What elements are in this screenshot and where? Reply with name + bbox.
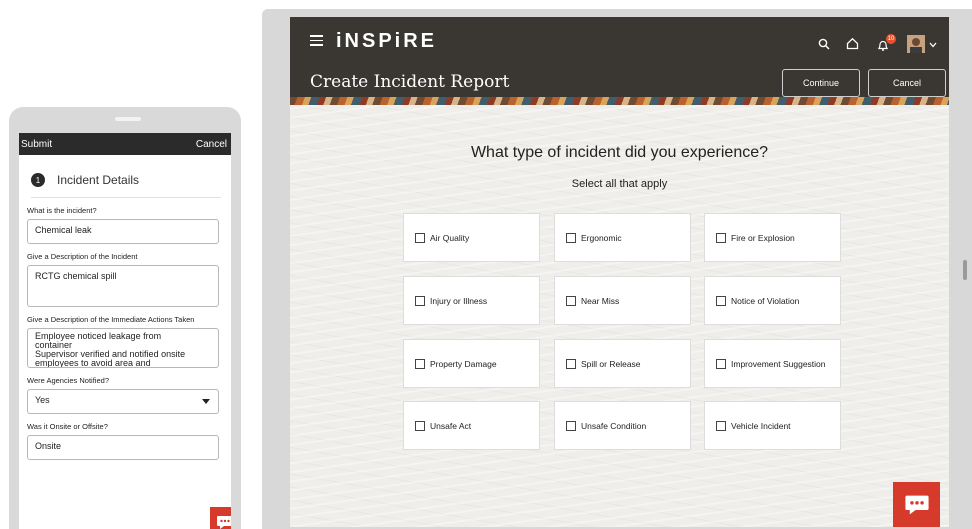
chat-icon bbox=[217, 516, 231, 529]
section-title: Incident Details bbox=[57, 173, 140, 187]
chevron-down-icon[interactable] bbox=[929, 42, 937, 48]
tablet-side-button bbox=[963, 260, 967, 280]
option-property-damage[interactable]: Property Damage bbox=[403, 339, 540, 388]
agencies-select[interactable]: Yes bbox=[27, 389, 219, 414]
tablet-device: iNSPiRE Create Incident Report 10 Contin… bbox=[262, 9, 972, 529]
location-field[interactable]: Onsite bbox=[27, 435, 219, 460]
chat-button[interactable] bbox=[210, 507, 231, 529]
continue-button[interactable]: Continue bbox=[782, 69, 860, 97]
option-label: Air Quality bbox=[430, 232, 470, 243]
checkbox[interactable] bbox=[716, 358, 726, 369]
agencies-value: Yes bbox=[35, 395, 50, 405]
user-photo-icon bbox=[907, 35, 925, 53]
section-header: 1 Incident Details bbox=[19, 155, 231, 187]
location-label: Was it Onsite or Offsite? bbox=[27, 422, 108, 431]
cancel-button[interactable]: Cancel bbox=[868, 69, 946, 97]
search-icon[interactable] bbox=[818, 38, 830, 50]
option-label: Improvement Suggestion bbox=[731, 358, 826, 369]
checkbox[interactable] bbox=[566, 358, 576, 369]
home-icon[interactable] bbox=[846, 37, 859, 50]
header-banner bbox=[290, 97, 949, 105]
option-notice-of-violation[interactable]: Notice of Violation bbox=[704, 276, 841, 325]
menu-icon[interactable] bbox=[310, 35, 323, 49]
option-label: Notice of Violation bbox=[731, 295, 800, 306]
option-near-miss[interactable]: Near Miss bbox=[554, 276, 691, 325]
option-fire-or-explosion[interactable]: Fire or Explosion bbox=[704, 213, 841, 262]
option-label: Ergonomic bbox=[581, 232, 622, 243]
app-header: iNSPiRE Create Incident Report 10 Contin… bbox=[290, 17, 949, 105]
checkbox[interactable] bbox=[415, 420, 425, 431]
phone-action-bar: Submit Cancel bbox=[19, 133, 231, 155]
tablet-screen: iNSPiRE Create Incident Report 10 Contin… bbox=[290, 17, 949, 527]
option-improvement-suggestion[interactable]: Improvement Suggestion bbox=[704, 339, 841, 388]
app-logo: iNSPiRE bbox=[336, 30, 438, 52]
question-subtitle: Select all that apply bbox=[571, 178, 668, 190]
divider bbox=[31, 197, 221, 198]
chat-button[interactable] bbox=[893, 482, 940, 527]
option-label: Near Miss bbox=[581, 295, 620, 306]
chat-icon bbox=[904, 495, 929, 514]
agencies-label: Were Agencies Notified? bbox=[27, 376, 109, 385]
phone-speaker bbox=[115, 117, 141, 121]
question-heading: What type of incident did you experience… bbox=[470, 144, 769, 161]
checkbox[interactable] bbox=[415, 232, 425, 243]
option-label: Unsafe Condition bbox=[581, 420, 647, 431]
option-vehicle-incident[interactable]: Vehicle Incident bbox=[704, 401, 841, 450]
description-field[interactable]: RCTG chemical spill bbox=[27, 265, 219, 307]
submit-button[interactable]: Submit bbox=[21, 139, 52, 150]
section-number: 1 bbox=[31, 173, 45, 187]
option-injury-or-illness[interactable]: Injury or Illness bbox=[403, 276, 540, 325]
option-unsafe-condition[interactable]: Unsafe Condition bbox=[554, 401, 691, 450]
option-label: Unsafe Act bbox=[430, 420, 472, 431]
checkbox[interactable] bbox=[716, 420, 726, 431]
option-air-quality[interactable]: Air Quality bbox=[403, 213, 540, 262]
page-title: Create Incident Report bbox=[310, 72, 510, 92]
option-label: Spill or Release bbox=[581, 358, 641, 369]
option-ergonomic[interactable]: Ergonomic bbox=[554, 213, 691, 262]
actions-label: Give a Description of the Immediate Acti… bbox=[27, 315, 195, 324]
checkbox[interactable] bbox=[566, 295, 576, 306]
option-label: Fire or Explosion bbox=[731, 232, 795, 243]
incident-label: What is the incident? bbox=[27, 206, 97, 215]
checkbox[interactable] bbox=[716, 295, 726, 306]
option-label: Property Damage bbox=[430, 358, 497, 369]
phone-screen: Submit Cancel 1 Incident Details What is… bbox=[19, 133, 231, 529]
phone-device: Submit Cancel 1 Incident Details What is… bbox=[9, 107, 241, 529]
actions-line: employees to avoid area and bbox=[35, 358, 151, 368]
checkbox[interactable] bbox=[716, 232, 726, 243]
avatar[interactable] bbox=[907, 35, 925, 53]
checkbox[interactable] bbox=[415, 358, 425, 369]
option-spill-or-release[interactable]: Spill or Release bbox=[554, 339, 691, 388]
cancel-button[interactable]: Cancel bbox=[196, 139, 227, 150]
actions-field[interactable]: Employee noticed leakage from container … bbox=[27, 328, 219, 368]
option-label: Vehicle Incident bbox=[731, 420, 791, 431]
checkbox[interactable] bbox=[566, 232, 576, 243]
chevron-down-icon bbox=[202, 399, 210, 404]
option-unsafe-act[interactable]: Unsafe Act bbox=[403, 401, 540, 450]
incident-field[interactable]: Chemical leak bbox=[27, 219, 219, 244]
option-label: Injury or Illness bbox=[430, 295, 488, 306]
description-label: Give a Description of the Incident bbox=[27, 252, 138, 261]
notification-badge: 10 bbox=[886, 34, 896, 44]
checkbox[interactable] bbox=[415, 295, 425, 306]
checkbox[interactable] bbox=[566, 420, 576, 431]
